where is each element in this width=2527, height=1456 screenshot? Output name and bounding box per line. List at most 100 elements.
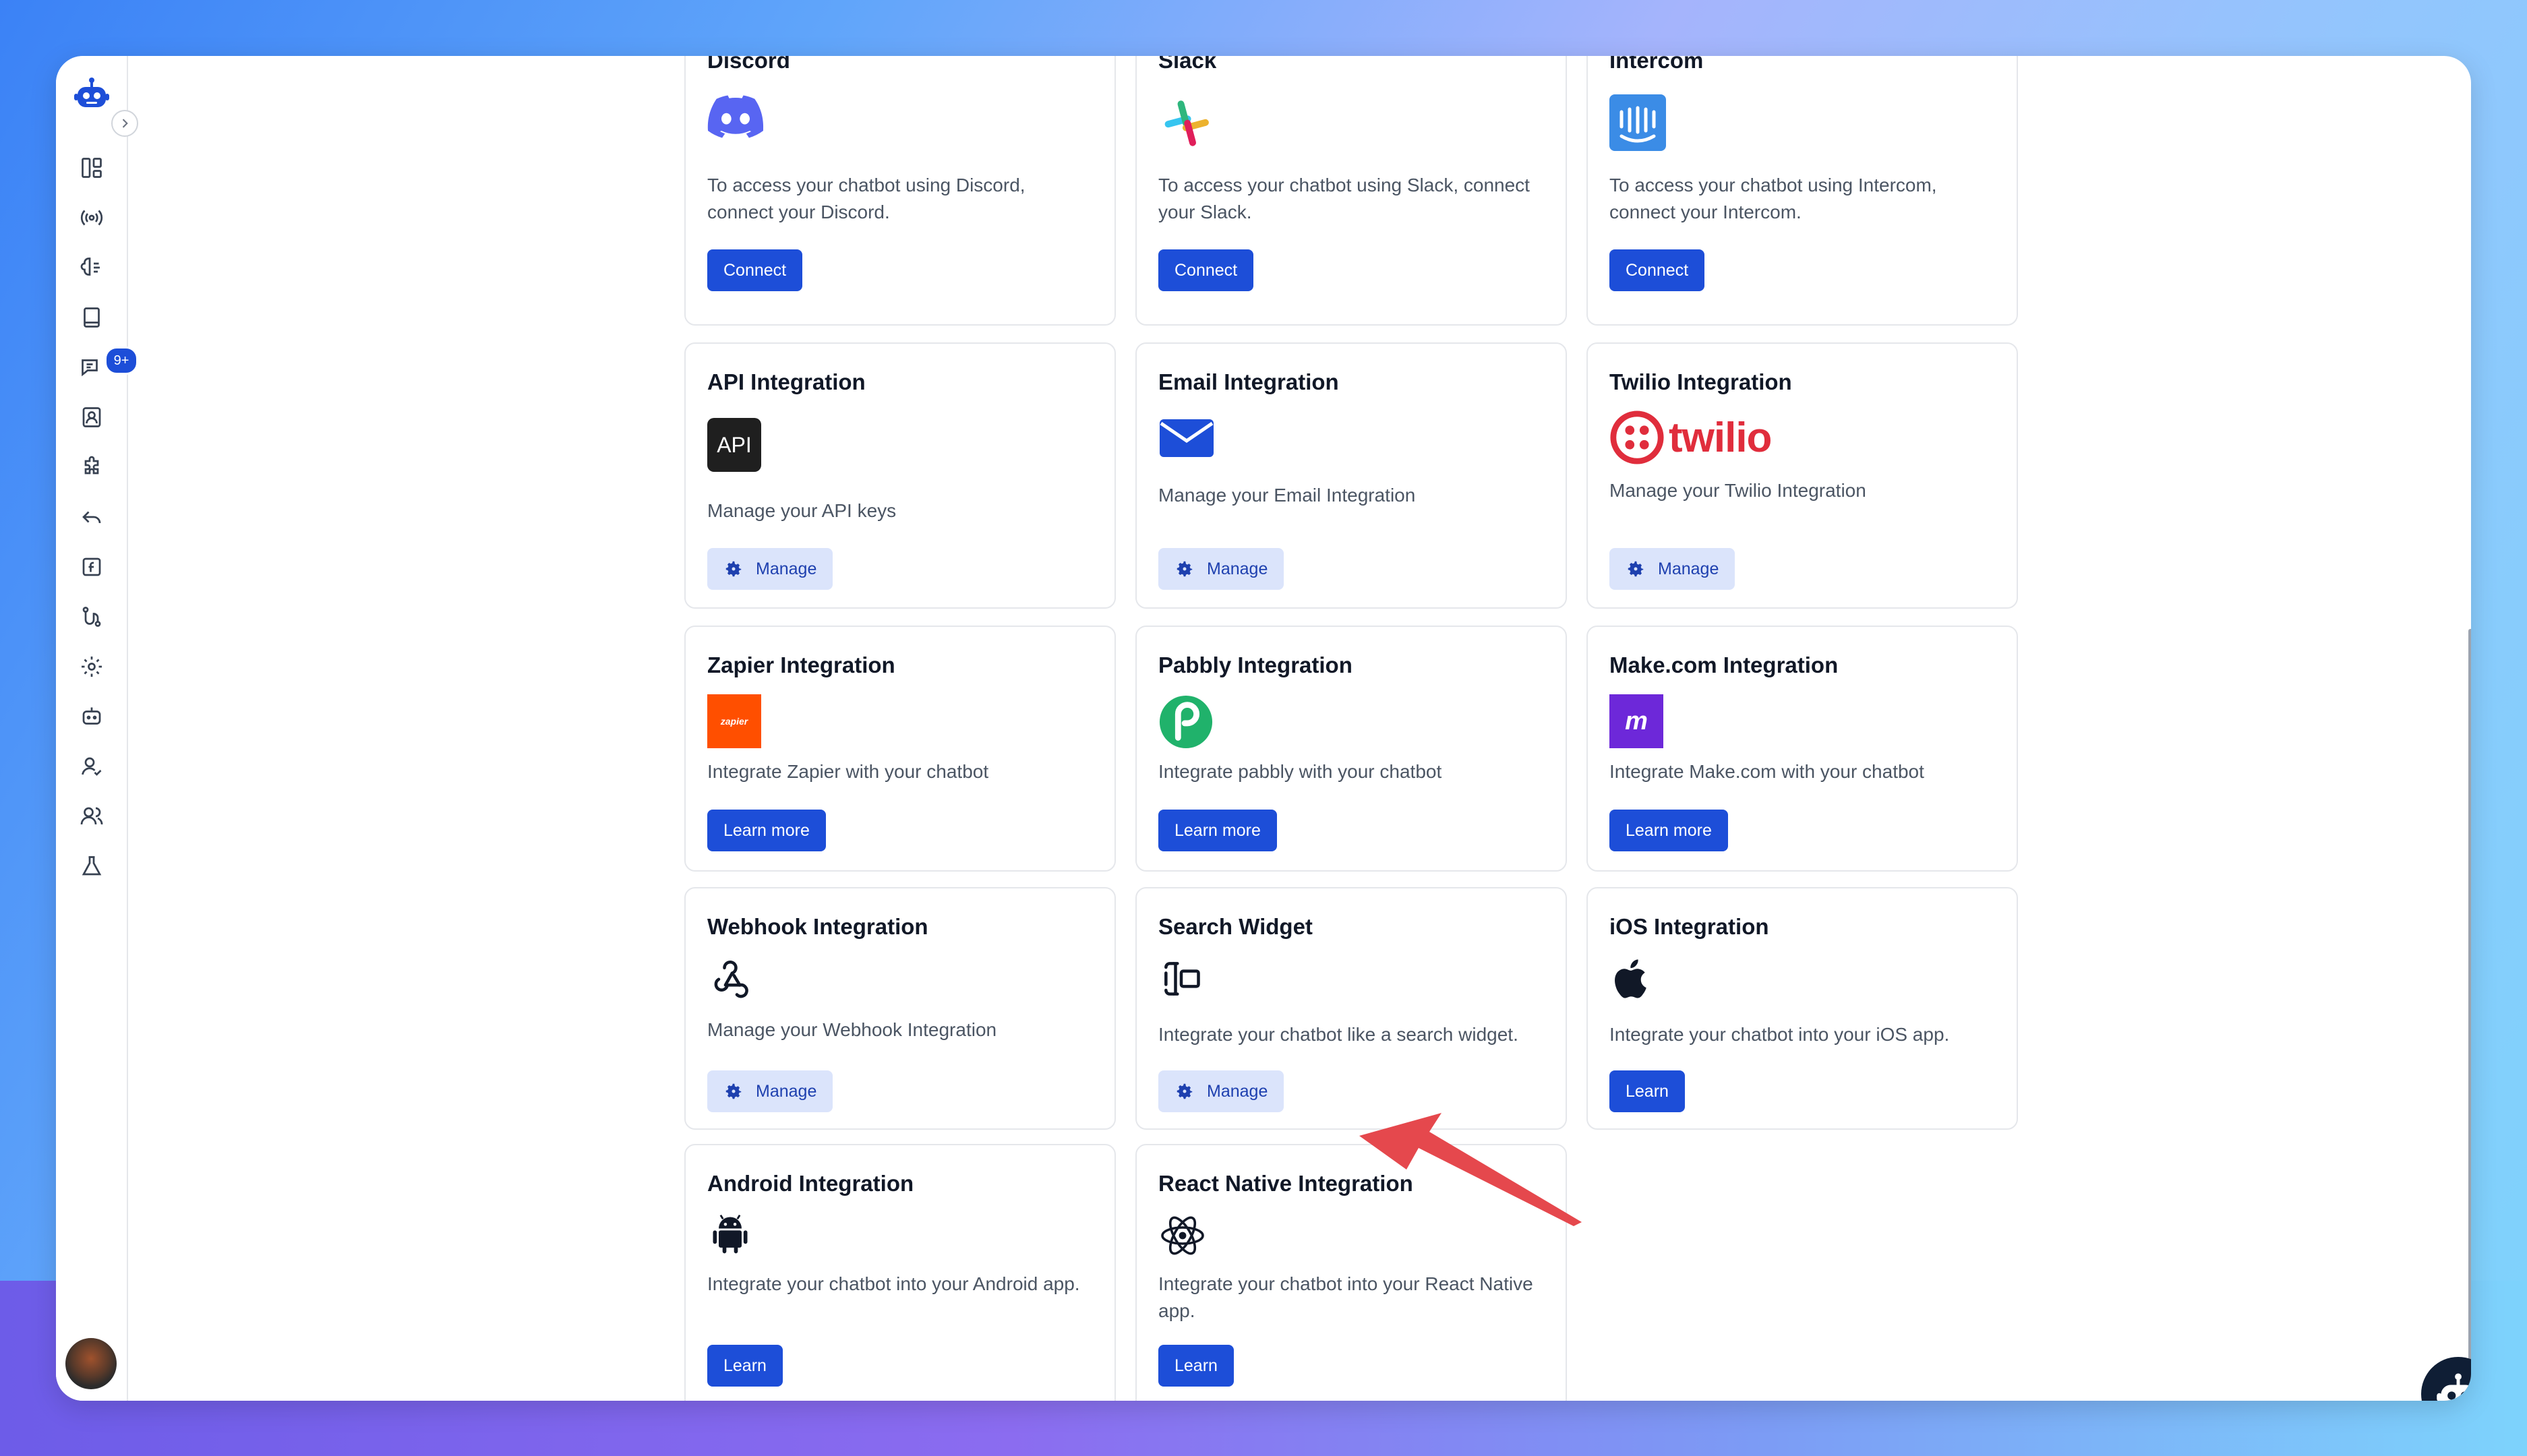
slack-card: Slack To access your chatbot using Slack…	[1135, 56, 1567, 326]
make-integration-card: Make.com Integration m Integrate Make.co…	[1586, 626, 2018, 872]
user-check-icon[interactable]	[78, 752, 106, 781]
bot-icon[interactable]	[78, 702, 106, 731]
envelope-icon	[1158, 417, 1215, 463]
card-title: API Integration	[707, 369, 866, 394]
gear-icon	[1628, 561, 1644, 577]
card-title: Slack	[1158, 56, 1217, 73]
gear-icon	[725, 561, 742, 577]
chat-icon[interactable]: 9+	[78, 346, 138, 382]
card-title: Pabbly Integration	[1158, 653, 1352, 677]
app-window: 9+ Discord To access your chatbot using …	[56, 56, 2471, 1401]
apple-icon	[1609, 956, 1655, 1005]
card-description: Manage your Twilio Integration	[1609, 480, 1866, 501]
button-label: Manage	[756, 1081, 817, 1101]
card-description: To access your chatbot using Intercom, c…	[1609, 175, 1937, 222]
webhook-icon	[707, 954, 753, 1004]
book-icon[interactable]	[78, 303, 106, 332]
react-native-learn-button[interactable]: Learn	[1158, 1345, 1234, 1387]
card-title: Webhook Integration	[707, 914, 928, 939]
card-title: Email Integration	[1158, 369, 1339, 394]
brain-icon[interactable]	[78, 253, 106, 282]
card-description: Manage your API keys	[707, 500, 897, 521]
discord-connect-button[interactable]: Connect	[707, 249, 803, 291]
gear-icon	[725, 1083, 742, 1099]
scrollbar[interactable]	[2468, 629, 2471, 1384]
card-title: Zapier Integration	[707, 653, 895, 677]
gear-icon	[1177, 1083, 1193, 1099]
contacts-icon[interactable]	[78, 403, 106, 431]
broadcast-icon[interactable]	[78, 204, 106, 232]
card-description: Integrate your chatbot like a search wid…	[1158, 1024, 1518, 1045]
zapier-learn-more-button[interactable]: Learn more	[707, 810, 826, 851]
card-description: Integrate Make.com with your chatbot	[1609, 761, 1924, 782]
card-title: Search Widget	[1158, 914, 1313, 939]
card-description: Integrate Zapier with your chatbot	[707, 761, 989, 782]
puzzle-icon[interactable]	[78, 453, 106, 481]
pabbly-icon	[1158, 694, 1214, 753]
card-title: Android Integration	[707, 1171, 914, 1196]
discord-icon	[707, 94, 764, 142]
make-icon: m	[1609, 694, 1663, 748]
search-widget-manage-button[interactable]: Manage	[1158, 1070, 1284, 1112]
card-title: iOS Integration	[1609, 914, 1769, 939]
button-label: Manage	[1207, 1081, 1268, 1101]
android-integration-card: Android Integration Integrate your chatb…	[684, 1144, 1116, 1401]
flow-icon[interactable]	[78, 603, 106, 631]
pabbly-integration-card: Pabbly Integration Integrate pabbly with…	[1135, 626, 1567, 872]
card-description: Integrate your chatbot into your React N…	[1158, 1273, 1533, 1321]
pabbly-learn-more-button[interactable]: Learn more	[1158, 810, 1277, 851]
button-label: Manage	[1207, 559, 1268, 578]
robot-icon[interactable]	[73, 76, 110, 113]
card-description: To access your chatbot using Discord, co…	[707, 175, 1025, 222]
button-label: Manage	[1658, 559, 1719, 578]
card-title: Intercom	[1609, 56, 1704, 73]
discord-card: Discord To access your chatbot using Dis…	[684, 56, 1116, 326]
card-description: To access your chatbot using Slack, conn…	[1158, 175, 1530, 222]
make-icon-label: m	[1609, 694, 1663, 748]
twilio-integration-card: Twilio Integration twilio Manage your Tw…	[1586, 342, 2018, 609]
ios-integration-card: iOS Integration Integrate your chatbot i…	[1586, 887, 2018, 1130]
slack-connect-button[interactable]: Connect	[1158, 249, 1254, 291]
integrations-grid: Discord To access your chatbot using Dis…	[127, 56, 2471, 1401]
webhook-integration-card: Webhook Integration Manage your Webhook …	[684, 887, 1116, 1130]
text-cursor-input-icon	[1158, 956, 1204, 1005]
webhook-manage-button[interactable]: Manage	[707, 1070, 833, 1112]
make-learn-more-button[interactable]: Learn more	[1609, 810, 1728, 851]
annotation-arrow	[1359, 1113, 1582, 1226]
twilio-logo: twilio	[1609, 410, 1772, 465]
api-icon: API	[707, 418, 761, 472]
user-avatar[interactable]	[65, 1338, 117, 1389]
email-manage-button[interactable]: Manage	[1158, 548, 1284, 590]
twilio-icon	[1610, 411, 1664, 464]
card-description: Integrate your chatbot into your Android…	[707, 1273, 1080, 1294]
gear-icon	[1177, 561, 1193, 577]
card-title: Make.com Integration	[1609, 653, 1839, 677]
slack-icon	[1158, 94, 1215, 154]
email-integration-card: Email Integration Manage your Email Inte…	[1135, 342, 1567, 609]
android-learn-button[interactable]: Learn	[707, 1345, 783, 1387]
api-integration-card: API Integration API Manage your API keys…	[684, 342, 1116, 609]
flask-icon[interactable]	[78, 852, 106, 880]
search-widget-card: Search Widget Integrate your chatbot lik…	[1135, 887, 1567, 1130]
card-title: Twilio Integration	[1609, 369, 1792, 394]
users-icon[interactable]	[78, 802, 106, 830]
twilio-wordmark: twilio	[1669, 414, 1772, 461]
twilio-manage-button[interactable]: Manage	[1609, 548, 1735, 590]
android-icon	[707, 1211, 753, 1261]
zapier-integration-card: Zapier Integration zapier Integrate Zapi…	[684, 626, 1116, 872]
card-description: Integrate your chatbot into your iOS app…	[1609, 1024, 1950, 1045]
intercom-icon	[1609, 94, 1666, 154]
react-icon	[1158, 1211, 1207, 1263]
function-icon[interactable]	[78, 553, 106, 581]
api-icon-label: API	[707, 418, 761, 472]
card-description: Manage your Email Integration	[1158, 485, 1416, 506]
reply-icon[interactable]	[78, 503, 106, 531]
robot-icon	[2437, 1373, 2471, 1401]
dashboard-icon[interactable]	[78, 154, 106, 182]
intercom-connect-button[interactable]: Connect	[1609, 249, 1705, 291]
ios-learn-button[interactable]: Learn	[1609, 1070, 1685, 1112]
api-manage-button[interactable]: Manage	[707, 548, 833, 590]
card-description: Integrate pabbly with your chatbot	[1158, 761, 1442, 782]
gear-icon[interactable]	[78, 653, 106, 681]
intercom-card: Intercom To access your chatbot using In…	[1586, 56, 2018, 326]
